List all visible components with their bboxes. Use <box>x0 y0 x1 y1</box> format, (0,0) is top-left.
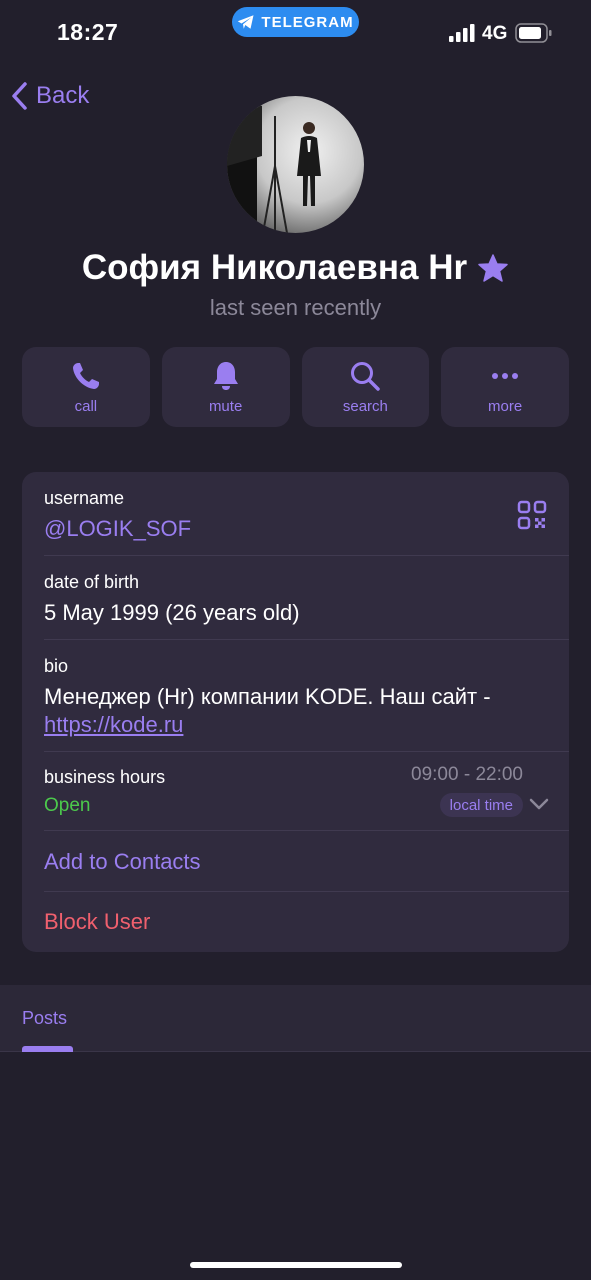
bio-label: bio <box>44 656 69 676</box>
status-bar: 18:27 TELEGRAM 4G <box>0 0 591 70</box>
telegram-pill[interactable]: TELEGRAM <box>232 7 359 37</box>
battery-icon <box>515 23 552 43</box>
tab-posts-indicator <box>22 1046 73 1052</box>
divider <box>44 891 569 892</box>
more-label: more <box>488 397 523 415</box>
more-button[interactable]: more <box>441 347 569 427</box>
star-icon[interactable] <box>477 253 509 283</box>
dob-label: date of birth <box>44 572 140 592</box>
chevron-down-icon[interactable] <box>529 797 549 811</box>
username-value[interactable]: @LOGIK_SOF <box>44 515 569 543</box>
bio-value: Менеджер (Hr) компании KODE. Наш сайт - … <box>44 683 547 739</box>
network-type: 4G <box>482 23 508 44</box>
username-row[interactable]: username @LOGIK_SOF <box>44 488 569 543</box>
telegram-pill-label: TELEGRAM <box>261 13 354 31</box>
more-icon <box>492 372 519 379</box>
media-tabs: Posts <box>0 985 591 1052</box>
avatar-photo <box>227 96 321 233</box>
chevron-left-icon <box>12 82 27 110</box>
signal-icon <box>449 24 475 42</box>
profile-name-row: София Николаевна Hr <box>0 248 591 288</box>
bio-text: Менеджер (Hr) компании KODE. Наш сайт - <box>44 684 491 709</box>
telegram-icon <box>238 15 254 29</box>
divider <box>44 830 569 831</box>
dob-row[interactable]: date of birth 5 May 1999 (26 years old) <box>44 572 569 627</box>
profile-name: София Николаевна Hr <box>81 248 468 287</box>
back-label: Back <box>36 82 90 109</box>
bio-link[interactable]: https://kode.ru <box>44 712 183 737</box>
divider <box>44 639 569 640</box>
bio-row[interactable]: bio Менеджер (Hr) компании KODE. Наш сай… <box>44 656 547 739</box>
search-button[interactable]: search <box>301 347 430 427</box>
avatar[interactable] <box>227 96 364 233</box>
username-label: username <box>44 488 125 508</box>
divider <box>44 555 569 556</box>
action-bar: call mute search more <box>22 347 569 427</box>
block-user-button[interactable]: Block User <box>44 909 569 935</box>
mute-label: mute <box>208 397 243 415</box>
mute-button[interactable]: mute <box>161 347 290 427</box>
back-button[interactable]: Back <box>10 80 89 112</box>
bell-icon <box>213 361 238 390</box>
qr-code-icon[interactable] <box>517 500 547 530</box>
divider <box>44 751 569 752</box>
call-button[interactable]: call <box>22 347 150 427</box>
call-label: call <box>74 397 98 415</box>
search-icon <box>351 361 381 391</box>
dob-value: 5 May 1999 (26 years old) <box>44 600 300 625</box>
info-card: username @LOGIK_SOF date of birth 5 May … <box>22 472 569 952</box>
clock: 18:27 <box>57 19 119 45</box>
local-time-badge[interactable]: local time <box>439 793 523 817</box>
add-to-contacts-button[interactable]: Add to Contacts <box>44 849 569 875</box>
last-seen-status: last seen recently <box>209 295 382 320</box>
search-label: search <box>342 397 388 415</box>
home-indicator[interactable] <box>190 1262 402 1268</box>
phone-icon <box>72 362 99 389</box>
tab-posts[interactable]: Posts <box>22 1008 67 1029</box>
business-hours-time: 09:00 - 22:00 <box>411 764 523 785</box>
